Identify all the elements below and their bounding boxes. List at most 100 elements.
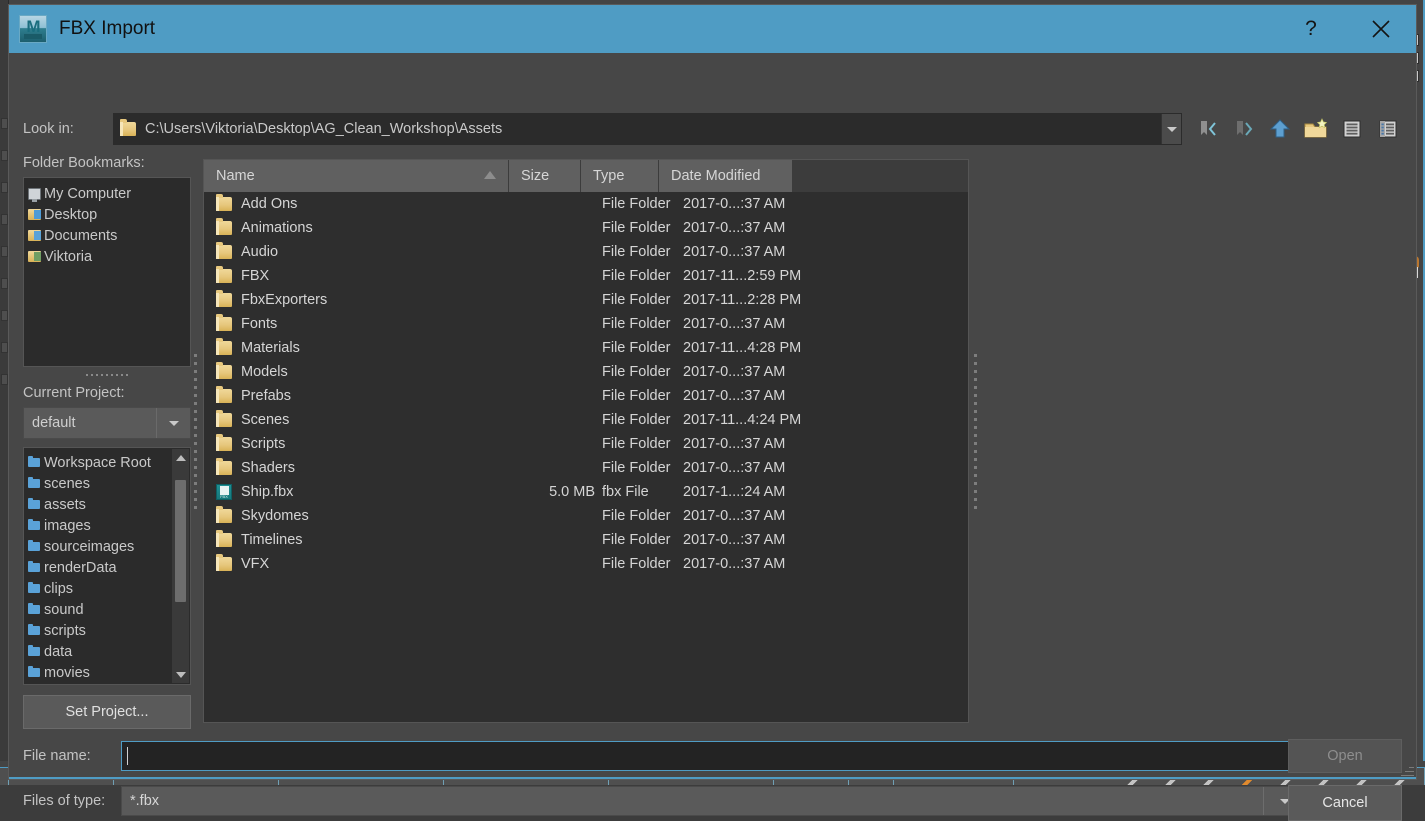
table-row[interactable]: MaterialsFile Folder2017-11...4:28 PM [204, 336, 968, 360]
project-tree-item-assets[interactable]: assets [28, 494, 186, 515]
folder-icon [216, 389, 232, 403]
file-row-date: 2017-0...:37 AM [677, 532, 785, 548]
file-row-date: 2017-11...4:24 PM [677, 412, 801, 428]
column-header-type[interactable]: Type [581, 160, 659, 192]
table-row[interactable]: AnimationsFile Folder2017-0...:37 AM [204, 216, 968, 240]
table-row[interactable]: ScenesFile Folder2017-11...4:24 PM [204, 408, 968, 432]
table-row[interactable]: Add OnsFile Folder2017-0...:37 AM [204, 192, 968, 216]
list-view-icon[interactable] [1338, 115, 1366, 143]
dialog-body: Look in: C:\Users\Viktoria\Desktop\AG_Cl… [9, 53, 1416, 779]
project-tree-item-images[interactable]: images [28, 515, 186, 536]
project-tree-scrollbar[interactable] [172, 449, 189, 683]
bookmark-item-desktop[interactable]: Desktop [28, 204, 186, 225]
project-tree-item-scripts[interactable]: scripts [28, 620, 186, 641]
scroll-down-icon[interactable] [172, 666, 189, 683]
project-tree-label: scripts [44, 623, 86, 639]
file-row-date: 2017-0...:37 AM [677, 364, 785, 380]
project-folder-tree[interactable]: Workspace Root scenes assets images [23, 447, 191, 685]
file-browser-list[interactable]: Name Size Type Date Modified Add OnsFile… [203, 159, 969, 723]
table-row[interactable]: VFXFile Folder2017-0...:37 AM [204, 552, 968, 576]
set-project-button[interactable]: Set Project... [23, 695, 191, 729]
file-name-label: FbxExporters [241, 292, 327, 308]
project-tree-item-sourceimages[interactable]: sourceimages [28, 536, 186, 557]
table-row[interactable]: SkydomesFile Folder2017-0...:37 AM [204, 504, 968, 528]
bookmark-item-documents[interactable]: Documents [28, 225, 186, 246]
folder-icon [28, 647, 40, 656]
table-row[interactable]: ScriptsFile Folder2017-0...:37 AM [204, 432, 968, 456]
project-tree-item-renderdata[interactable]: renderData [28, 557, 186, 578]
open-button[interactable]: Open [1288, 739, 1402, 773]
chevron-down-icon[interactable] [1161, 114, 1181, 144]
new-folder-icon[interactable] [1302, 115, 1330, 143]
folder-bookmarks-list[interactable]: My Computer Desktop Documents Viktoria [23, 177, 191, 367]
current-project-combobox[interactable]: default [23, 407, 191, 439]
table-row[interactable]: ModelsFile Folder2017-0...:37 AM [204, 360, 968, 384]
resize-grip[interactable] [1400, 763, 1414, 777]
filename-label: File name: [23, 748, 121, 764]
right-splitter-handle[interactable] [971, 341, 979, 521]
file-name-label: Shaders [241, 460, 295, 476]
file-row-date: 2017-11...2:59 PM [677, 268, 801, 284]
sort-ascending-icon [484, 171, 496, 179]
column-header-date-modified[interactable]: Date Modified [659, 160, 793, 192]
detail-view-icon[interactable] [1374, 115, 1402, 143]
column-header-name[interactable]: Name [204, 160, 509, 192]
table-row[interactable]: PrefabsFile Folder2017-0...:37 AM [204, 384, 968, 408]
file-row-date: 2017-0...:37 AM [677, 508, 785, 524]
table-row[interactable]: AudioFile Folder2017-0...:37 AM [204, 240, 968, 264]
filename-row: File name: [23, 741, 1306, 771]
table-row[interactable]: ShadersFile Folder2017-0...:37 AM [204, 456, 968, 480]
left-splitter-handle[interactable] [191, 341, 199, 521]
filetype-row: Files of type: *.fbx [23, 786, 1306, 816]
up-arrow-icon[interactable] [1266, 115, 1294, 143]
close-icon[interactable] [1346, 5, 1416, 53]
folder-icon [216, 269, 232, 283]
file-name-label: Add Ons [241, 196, 297, 212]
bookmark-item-my-computer[interactable]: My Computer [28, 183, 186, 204]
folder-icon [216, 317, 232, 331]
maya-logo-icon [19, 15, 47, 43]
lookin-path-combobox[interactable]: C:\Users\Viktoria\Desktop\AG_Clean_Works… [113, 113, 1182, 145]
project-tree-item-clips[interactable]: clips [28, 578, 186, 599]
table-row[interactable]: FbxExportersFile Folder2017-11...2:28 PM [204, 288, 968, 312]
scroll-up-icon[interactable] [172, 449, 189, 466]
scrollbar-thumb[interactable] [175, 480, 186, 602]
file-row-name: FbxExporters [204, 292, 509, 308]
panel-resize-handle[interactable] [23, 371, 191, 379]
table-row[interactable]: FontsFile Folder2017-0...:37 AM [204, 312, 968, 336]
filetype-combobox[interactable]: *.fbx [121, 786, 1306, 816]
table-row[interactable]: TimelinesFile Folder2017-0...:37 AM [204, 528, 968, 552]
file-name-label: Ship.fbx [241, 484, 293, 500]
project-tree-label: data [44, 644, 72, 660]
back-arrow-icon[interactable] [1194, 115, 1222, 143]
project-tree-label: sound [44, 602, 84, 618]
chevron-down-icon[interactable] [156, 408, 190, 438]
file-row-name: Ship.fbx [204, 484, 509, 500]
file-row-type: File Folder [599, 244, 677, 260]
table-row[interactable]: Ship.fbx5.0 MBfbx File2017-1...:24 AM [204, 480, 968, 504]
file-name-label: FBX [241, 268, 269, 284]
project-tree-item-sound[interactable]: sound [28, 599, 186, 620]
file-row-name: Scripts [204, 436, 509, 452]
table-row[interactable]: FBXFile Folder2017-11...2:59 PM [204, 264, 968, 288]
help-button[interactable]: ? [1276, 5, 1346, 53]
project-tree-item-scenes[interactable]: scenes [28, 473, 186, 494]
bookmark-item-viktoria[interactable]: Viktoria [28, 246, 186, 267]
dialog-titlebar[interactable]: FBX Import ? [9, 5, 1416, 53]
cancel-button[interactable]: Cancel [1288, 785, 1402, 821]
forward-arrow-icon[interactable] [1230, 115, 1258, 143]
current-project-label: Current Project: [23, 385, 191, 401]
text-cursor [127, 747, 128, 765]
file-row-type: File Folder [599, 436, 677, 452]
dialog-title: FBX Import [59, 18, 155, 40]
column-header-size[interactable]: Size [509, 160, 581, 192]
project-tree-item-data[interactable]: data [28, 641, 186, 662]
file-list-header: Name Size Type Date Modified [204, 160, 968, 192]
filename-input[interactable] [121, 741, 1306, 771]
file-row-date: 2017-0...:37 AM [677, 316, 785, 332]
file-row-type: File Folder [599, 388, 677, 404]
project-tree-item-movies[interactable]: movies [28, 662, 186, 683]
folder-icon [28, 458, 40, 467]
file-row-date: 2017-0...:37 AM [677, 460, 785, 476]
project-tree-item-workspace-root[interactable]: Workspace Root [28, 452, 186, 473]
